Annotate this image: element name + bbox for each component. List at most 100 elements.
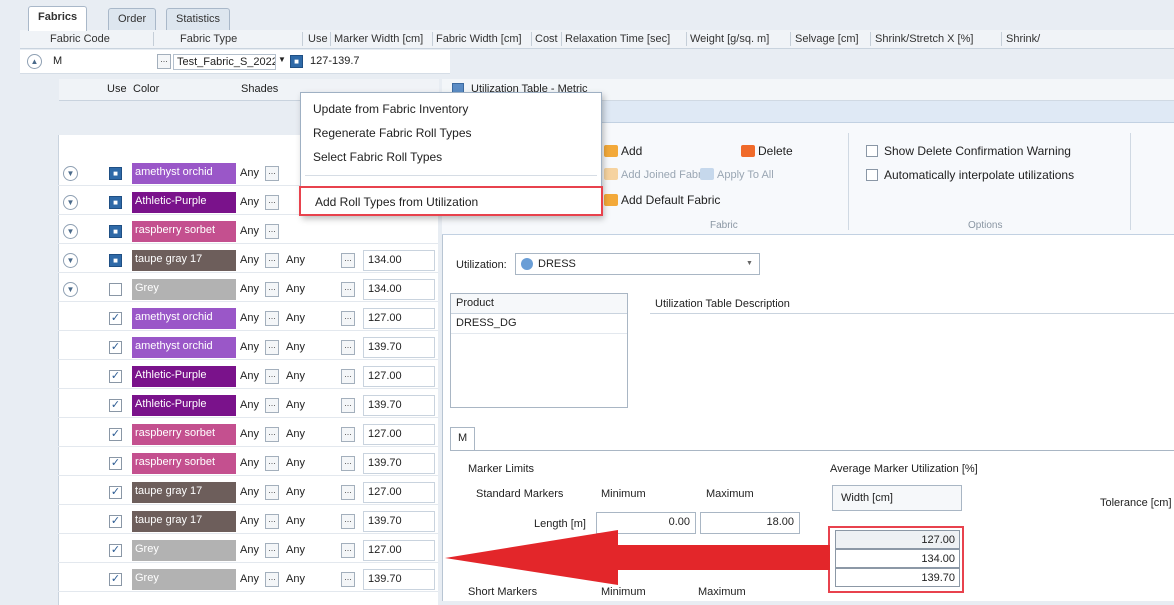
add-button[interactable]: Add (604, 144, 642, 158)
marker-width-cell[interactable]: 139.70 (363, 337, 435, 358)
marker-width-cell[interactable]: 127.00 (363, 308, 435, 329)
shade-browse-button[interactable]: ... (265, 282, 279, 297)
expand-icon[interactable]: ▼ (63, 282, 78, 297)
use-checkbox[interactable]: ✓ (109, 486, 122, 499)
menu-item-add-roll-types-from-utilization[interactable]: Add Roll Types from Utilization (299, 186, 603, 216)
tab-fabrics[interactable]: Fabrics (28, 6, 88, 31)
table-row[interactable]: ✓ amethyst orchid Any... Any... 127.00 (58, 306, 438, 331)
menu-item-regenerate-roll-types[interactable]: Regenerate Fabric Roll Types (301, 121, 601, 145)
shade2-browse-button[interactable]: ... (341, 456, 355, 471)
table-row[interactable]: ▼ ■ raspberry sorbet Any... (58, 219, 438, 244)
marker-width-cell[interactable]: 127.00 (363, 540, 435, 561)
use-checkbox[interactable]: ✓ (109, 399, 122, 412)
use-checkbox[interactable]: ■ (109, 254, 122, 267)
marker-width-cell[interactable]: 139.70 (363, 569, 435, 590)
use-checkbox[interactable]: ✓ (109, 573, 122, 586)
shade-browse-button[interactable]: ... (265, 543, 279, 558)
expand-icon[interactable]: ▼ (63, 253, 78, 268)
shade-browse-button[interactable]: ... (265, 311, 279, 326)
table-row[interactable]: ✓ amethyst orchid Any... Any... 139.70 (58, 335, 438, 360)
delete-button[interactable]: Delete (741, 144, 793, 158)
table-row[interactable]: ✓ raspberry sorbet Any... Any... 139.70 (58, 451, 438, 476)
header-marker-width[interactable]: Marker Width [cm] (334, 33, 423, 45)
shade2-browse-button[interactable]: ... (341, 340, 355, 355)
table-row[interactable]: ✓ taupe gray 17 Any... Any... 127.00 (58, 480, 438, 505)
shade2-browse-button[interactable]: ... (341, 282, 355, 297)
shade2-browse-button[interactable]: ... (341, 572, 355, 587)
menu-item-update-from-inventory[interactable]: Update from Fabric Inventory (301, 97, 601, 121)
use-checkbox[interactable]: ■ (109, 196, 122, 209)
shade-browse-button[interactable]: ... (265, 427, 279, 442)
use-checkbox[interactable]: ✓ (109, 428, 122, 441)
tab-m[interactable]: M (450, 427, 475, 451)
chevron-down-icon[interactable]: ▼ (278, 55, 286, 64)
marker-width-cell[interactable]: 139.70 (363, 511, 435, 532)
header-fabric-type[interactable]: Fabric Type (180, 33, 237, 45)
shade-browse-button[interactable]: ... (265, 195, 279, 210)
show-delete-checkbox[interactable] (866, 145, 878, 157)
shade2-browse-button[interactable]: ... (341, 427, 355, 442)
shade2-browse-button[interactable]: ... (341, 253, 355, 268)
use-checkbox[interactable]: ✓ (109, 457, 122, 470)
marker-width-cell[interactable]: 134.00 (363, 279, 435, 300)
shade-browse-button[interactable]: ... (265, 224, 279, 239)
description-textarea[interactable] (650, 313, 1174, 408)
table-row[interactable]: ▼ ■ taupe gray 17 Any... Any... 134.00 (58, 248, 438, 273)
marker-width-cell[interactable]: 127.00 (363, 366, 435, 387)
use-checkbox[interactable]: ✓ (109, 370, 122, 383)
shade-browse-button[interactable]: ... (265, 369, 279, 384)
header-cost[interactable]: Cost (535, 33, 558, 45)
header-shrink-x[interactable]: Shrink/Stretch X [%] (875, 33, 973, 45)
use-checkbox[interactable]: ■ (109, 167, 122, 180)
add-joined-fabric-button[interactable]: Add Joined Fabric (604, 168, 710, 181)
use-checkbox[interactable]: ■ (109, 225, 122, 238)
use-checkbox[interactable]: ✓ (109, 341, 122, 354)
table-row[interactable]: ✓ raspberry sorbet Any... Any... 127.00 (58, 422, 438, 447)
utilization-select[interactable]: DRESS ▼ (515, 253, 760, 275)
shade2-browse-button[interactable]: ... (341, 398, 355, 413)
shade-browse-button[interactable]: ... (265, 485, 279, 500)
header-use[interactable]: Use (308, 33, 328, 45)
fabric-type-select[interactable]: Test_Fabric_S_2022 (173, 54, 276, 70)
shade-browse-button[interactable]: ... (265, 456, 279, 471)
header-shrink-y[interactable]: Shrink/ (1006, 33, 1040, 45)
add-default-fabric-button[interactable]: Add Default Fabric (604, 193, 720, 207)
tab-order[interactable]: Order (108, 8, 157, 30)
use-checkbox[interactable]: ✓ (109, 312, 122, 325)
marker-width-cell[interactable]: 127.00 (363, 424, 435, 445)
use-checkbox[interactable]: ✓ (109, 544, 122, 557)
product-item[interactable]: DRESS_DG (451, 314, 627, 334)
menu-item-select-roll-types[interactable]: Select Fabric Roll Types (301, 145, 601, 169)
collapse-icon[interactable]: ▲ (27, 54, 42, 69)
expand-icon[interactable]: ▼ (63, 166, 78, 181)
length-max-input[interactable]: 18.00 (700, 512, 800, 534)
table-row[interactable]: ✓ Grey Any... Any... 127.00 (58, 538, 438, 563)
shade2-browse-button[interactable]: ... (341, 311, 355, 326)
shade-browse-button[interactable]: ... (265, 166, 279, 181)
expand-icon[interactable]: ▼ (63, 224, 78, 239)
shade2-browse-button[interactable]: ... (341, 485, 355, 500)
shade2-browse-button[interactable]: ... (341, 514, 355, 529)
shade-browse-button[interactable]: ... (265, 340, 279, 355)
fabric-type-browse-button[interactable]: ... (157, 54, 171, 69)
table-row[interactable]: ✓ Athletic-Purple Any... Any... 127.00 (58, 364, 438, 389)
fabric-row-m[interactable]: ▲ M ... Test_Fabric_S_2022 ▼ ■ 127-139.7 (20, 50, 450, 74)
tab-statistics[interactable]: Statistics (166, 8, 231, 30)
show-delete-warning-option[interactable]: Show Delete Confirmation Warning (866, 144, 1071, 158)
shade-browse-button[interactable]: ... (265, 572, 279, 587)
header-fabric-code[interactable]: Fabric Code (50, 33, 110, 45)
header-weight[interactable]: Weight [g/sq. m] (690, 33, 769, 45)
shade2-browse-button[interactable]: ... (341, 543, 355, 558)
expand-icon[interactable]: ▼ (63, 195, 78, 210)
header-relaxation-time[interactable]: Relaxation Time [sec] (565, 33, 670, 45)
header-fabric-width[interactable]: Fabric Width [cm] (436, 33, 522, 45)
shade-browse-button[interactable]: ... (265, 398, 279, 413)
length-min-input[interactable]: 0.00 (596, 512, 696, 534)
shade-browse-button[interactable]: ... (265, 514, 279, 529)
use-checkbox[interactable] (109, 283, 122, 296)
auto-interpolate-checkbox[interactable] (866, 169, 878, 181)
table-row[interactable]: ✓ Grey Any... Any... 139.70 (58, 567, 438, 592)
apply-to-all-button[interactable]: Apply To All (700, 168, 774, 181)
shade-browse-button[interactable]: ... (265, 253, 279, 268)
table-row[interactable]: ✓ Athletic-Purple Any... Any... 139.70 (58, 393, 438, 418)
